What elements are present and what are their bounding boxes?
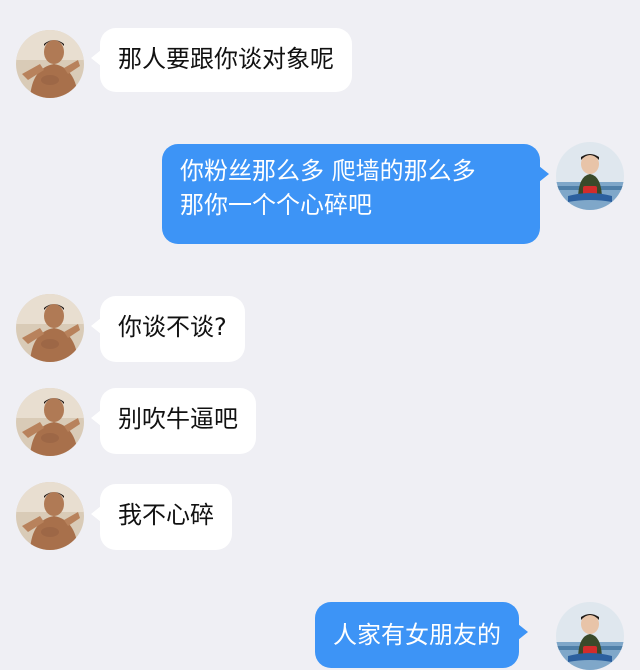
incoming-message-bubble[interactable]: 那人要跟你谈对象呢 [91,28,352,92]
message-row: 我不心碎 [0,482,640,550]
message-row: 人家有女朋友的 [0,600,640,655]
message-text: 我不心碎 [118,501,214,529]
message-text: 那人要跟你谈对象呢 [118,45,334,73]
bruce-lee-avatar[interactable] [16,482,84,550]
message-text: 人家有女朋友的 [333,621,501,649]
message-text: 你谈不谈? [118,313,227,341]
message-row: 你谈不谈? [0,294,640,362]
kid-avatar[interactable] [556,142,624,210]
outgoing-message-bubble[interactable]: 人家有女朋友的 [315,602,528,668]
incoming-message-bubble[interactable]: 我不心碎 [91,484,232,550]
bruce-lee-avatar[interactable] [16,30,84,98]
message-row: 那人要跟你谈对象呢 [0,24,640,92]
message-row: 你粉丝那么多 爬墙的那么多 那你一个个心碎吧 [0,142,640,244]
bruce-lee-avatar[interactable] [16,294,84,362]
message-text: 你粉丝那么多 爬墙的那么多 [180,157,476,185]
incoming-message-bubble[interactable]: 别吹牛逼吧 [91,388,256,454]
message-row: 别吹牛逼吧 [0,388,640,456]
chat-conversation: 那人要跟你谈对象呢 你粉丝那么多 爬墙的那么多 那你一个个心碎吧 你谈不谈? 别… [0,0,640,655]
bruce-lee-avatar[interactable] [16,388,84,456]
incoming-message-bubble[interactable]: 你谈不谈? [91,296,245,362]
kid-avatar[interactable] [556,602,624,670]
outgoing-message-bubble[interactable]: 你粉丝那么多 爬墙的那么多 那你一个个心碎吧 [162,144,549,244]
message-text: 别吹牛逼吧 [118,405,238,433]
message-text: 那你一个个心碎吧 [180,191,372,219]
